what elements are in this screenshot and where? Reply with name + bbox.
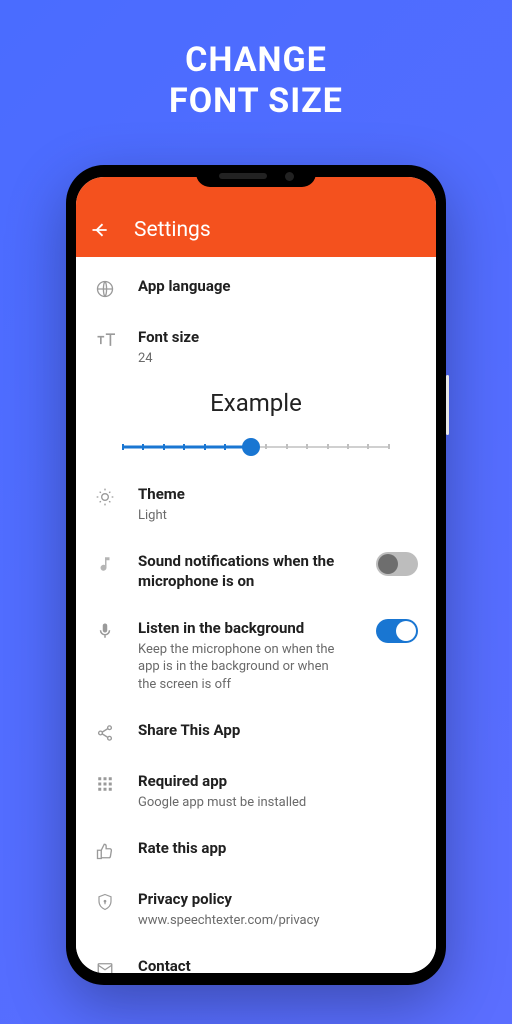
setting-sub: Keep the microphone on when the app is i… bbox=[138, 641, 348, 694]
promo-line-2: FONT SIZE bbox=[0, 81, 512, 122]
setting-value: 24 bbox=[138, 350, 418, 368]
brightness-icon bbox=[94, 486, 116, 508]
setting-rate-app[interactable]: Rate this app bbox=[76, 825, 436, 876]
listen-toggle[interactable] bbox=[376, 619, 418, 643]
setting-required-app[interactable]: Required app Google app must be installe… bbox=[76, 758, 436, 825]
music-note-icon bbox=[94, 553, 116, 575]
phone-frame: Settings App language Font size 24 Exam bbox=[66, 165, 446, 985]
setting-label: Share This App bbox=[138, 721, 418, 741]
setting-sub: www.speechtexter.com/privacy bbox=[138, 912, 418, 930]
setting-share-app[interactable]: Share This App bbox=[76, 707, 436, 758]
font-size-slider[interactable] bbox=[76, 421, 436, 471]
setting-theme[interactable]: Theme Light bbox=[76, 471, 436, 538]
font-size-example: Example bbox=[76, 381, 436, 421]
sound-toggle[interactable] bbox=[376, 552, 418, 576]
phone-notch bbox=[196, 165, 316, 187]
thumbs-up-icon bbox=[94, 840, 116, 862]
setting-app-language[interactable]: App language bbox=[76, 263, 436, 314]
setting-listen-background[interactable]: Listen in the background Keep the microp… bbox=[76, 605, 436, 707]
text-size-icon bbox=[94, 329, 116, 351]
slider-track-active bbox=[122, 446, 251, 449]
settings-list: App language Font size 24 Example bbox=[76, 257, 436, 973]
microphone-icon bbox=[94, 620, 116, 642]
setting-label: Privacy policy bbox=[138, 890, 418, 910]
back-button[interactable] bbox=[90, 220, 110, 240]
apps-grid-icon bbox=[94, 773, 116, 795]
setting-label: Required app bbox=[138, 772, 418, 792]
setting-label: Sound notifications when the microphone … bbox=[138, 552, 348, 591]
setting-privacy-policy[interactable]: Privacy policy www.speechtexter.com/priv… bbox=[76, 876, 436, 943]
setting-label: Theme bbox=[138, 485, 418, 505]
setting-font-size[interactable]: Font size 24 bbox=[76, 314, 436, 381]
globe-icon bbox=[94, 278, 116, 300]
arrow-left-icon bbox=[90, 220, 110, 240]
setting-label: Rate this app bbox=[138, 839, 418, 859]
setting-label: Font size bbox=[138, 328, 418, 348]
slider-thumb[interactable] bbox=[242, 438, 260, 456]
share-icon bbox=[94, 722, 116, 744]
setting-label: Contact bbox=[138, 957, 418, 973]
app-bar-title: Settings bbox=[134, 218, 211, 242]
setting-label: App language bbox=[138, 277, 418, 297]
setting-contact[interactable]: Contact bbox=[76, 943, 436, 973]
shield-icon bbox=[94, 891, 116, 913]
setting-sound-notifications[interactable]: Sound notifications when the microphone … bbox=[76, 538, 436, 605]
phone-screen: Settings App language Font size 24 Exam bbox=[76, 177, 436, 973]
setting-sub: Google app must be installed bbox=[138, 794, 418, 812]
setting-value: Light bbox=[138, 507, 418, 525]
mail-icon bbox=[94, 958, 116, 973]
promo-line-1: CHANGE bbox=[0, 40, 512, 81]
promo-heading: CHANGE FONT SIZE bbox=[0, 0, 512, 122]
setting-label: Listen in the background bbox=[138, 619, 348, 639]
example-text: Example bbox=[210, 389, 302, 417]
app-bar: Settings bbox=[76, 203, 436, 257]
